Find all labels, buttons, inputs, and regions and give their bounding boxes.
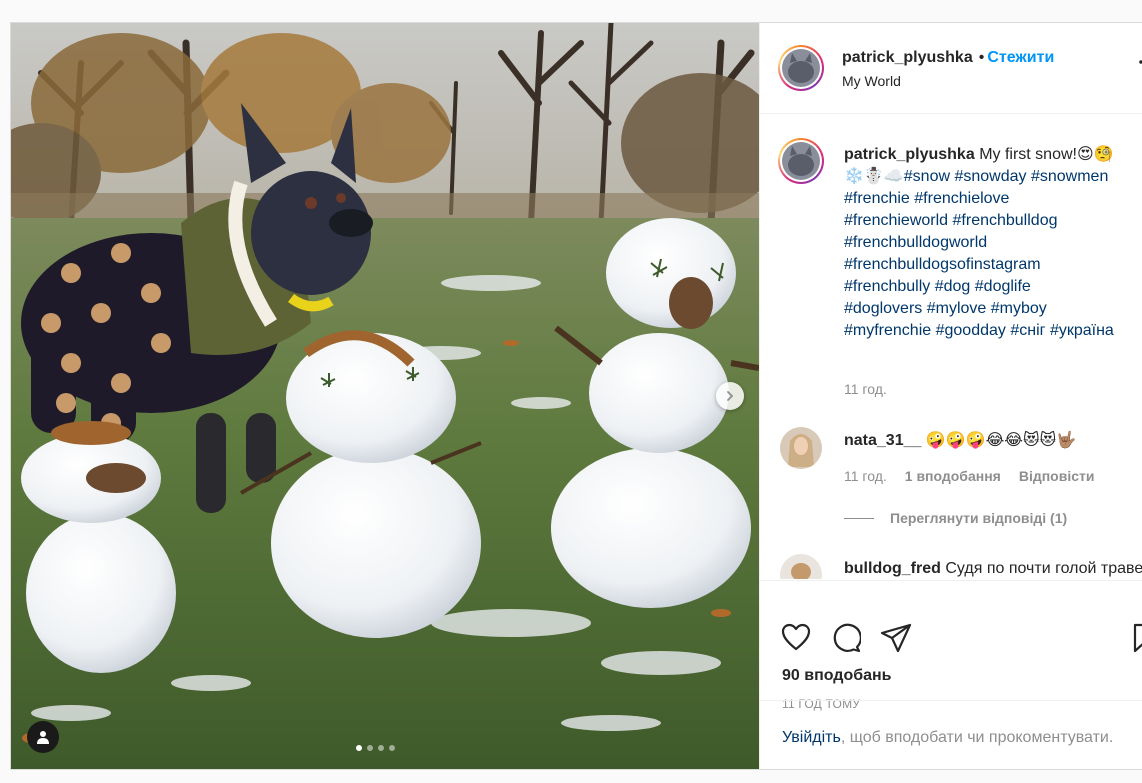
comment-text: 🤪🤪🤪😂😂😻😻🤟🏽 [925, 432, 1077, 449]
avatar-image [782, 142, 820, 180]
comment-username-link[interactable]: nata_31__ [844, 432, 921, 449]
hashtag-link[interactable]: #сніг [1010, 322, 1045, 339]
post-photo[interactable] [11, 23, 759, 769]
carousel-dot [378, 745, 384, 751]
carousel-dot [389, 745, 395, 751]
comments-list[interactable]: patrick_plyushka My first snow!😍🧐 ❄️☃️☁️… [760, 114, 1142, 579]
author-username-link[interactable]: patrick_plyushka [842, 49, 973, 66]
header-author-line: patrick_plyushka • Стежити [842, 49, 1054, 67]
photo-illustration [11, 23, 759, 769]
login-prompt: Увійдіть, щоб вподобати чи прокоментуват… [760, 700, 1142, 771]
author-avatar[interactable] [778, 45, 824, 91]
post-actions: 90 вподобань 11 ГОД ТОМУ [760, 580, 1142, 711]
carousel-dot-active [356, 745, 362, 751]
share-icon[interactable] [880, 623, 912, 653]
hashtag-link[interactable]: #frenchbulldogsofinstagram [844, 256, 1041, 273]
hashtag-link[interactable]: #snowday [954, 168, 1026, 185]
replies-line [844, 517, 874, 519]
location-link[interactable]: My World [842, 73, 901, 89]
hashtag-link[interactable]: #doglife [975, 278, 1031, 295]
hashtag-link[interactable]: #snow [904, 168, 950, 185]
more-icon[interactable] [1138, 59, 1142, 65]
next-photo-button[interactable] [716, 382, 744, 410]
commenter-avatar[interactable] [780, 427, 822, 469]
caption-time[interactable]: 11 год. [844, 381, 887, 397]
hashtag-link[interactable]: #frenchbulldog [953, 212, 1058, 229]
comment-time[interactable]: 11 год. [844, 468, 887, 484]
caption-username-link[interactable]: patrick_plyushka [844, 146, 975, 163]
avatar-image [782, 49, 820, 87]
header-separator: • [978, 49, 985, 66]
hashtag-link[interactable]: #україна [1050, 322, 1114, 339]
user-tag-button[interactable] [27, 721, 59, 753]
caption: patrick_plyushka My first snow!😍🧐 ❄️☃️☁️… [844, 144, 1142, 342]
carousel-dot [367, 745, 373, 751]
hashtag-link[interactable]: #mylove [927, 300, 987, 317]
post-side-panel: patrick_plyushka • Стежити My World patr… [759, 23, 1142, 769]
user-tag-icon [37, 731, 49, 744]
comment-meta: 11 год. 1 вподобання Відповісти [844, 468, 1094, 484]
comment: bulldog_fred Судя по почти голой траве в… [844, 558, 1142, 579]
post-header: patrick_plyushka • Стежити My World [760, 23, 1142, 114]
follow-button[interactable]: Стежити [987, 49, 1054, 66]
carousel-indicator [356, 745, 395, 751]
comment: nata_31__ 🤪🤪🤪😂😂😻😻🤟🏽 [844, 430, 1076, 450]
caption-emojis: ❄️☃️☁️ [844, 168, 904, 185]
hashtag-link[interactable]: #frenchie [844, 190, 910, 207]
reply-button[interactable]: Відповісти [1019, 468, 1095, 484]
hashtag-link[interactable]: #snowmen [1031, 168, 1108, 185]
caption-author-avatar[interactable] [778, 138, 824, 184]
view-replies-button[interactable]: Переглянути відповіді (1) [844, 510, 1067, 526]
hashtag-link[interactable]: #dog [935, 278, 971, 295]
comment-icon[interactable] [831, 623, 861, 653]
comment-likes-link[interactable]: 1 вподобання [905, 468, 1001, 484]
hashtag-link[interactable]: #goodday [936, 322, 1006, 339]
likes-count[interactable]: 90 вподобань [782, 667, 892, 685]
hashtag-link[interactable]: #frenchbully [844, 278, 930, 295]
heart-icon[interactable] [781, 623, 811, 651]
caption-text: My first snow!😍🧐 [979, 146, 1114, 163]
hashtag-link[interactable]: #frenchbulldogworld [844, 234, 987, 251]
commenter-avatar[interactable] [780, 554, 822, 579]
login-rest: , щоб вподобати чи прокоментувати. [840, 729, 1114, 746]
bookmark-icon[interactable] [1132, 623, 1142, 653]
login-link[interactable]: Увійдіть [782, 729, 841, 746]
view-replies-label: Переглянути відповіді (1) [890, 510, 1068, 526]
chevron-right-icon [727, 391, 734, 401]
hashtag-link[interactable]: #frenchieworld [844, 212, 948, 229]
hashtag-link[interactable]: #myboy [991, 300, 1047, 317]
comment-username-link[interactable]: bulldog_fred [844, 560, 941, 577]
hashtag-link[interactable]: #myfrenchie [844, 322, 931, 339]
hashtag-link[interactable]: #frenchielove [914, 190, 1009, 207]
hashtag-link[interactable]: #doglovers [844, 300, 922, 317]
post-card: patrick_plyushka • Стежити My World patr… [10, 22, 1142, 770]
login-text: Увійдіть, щоб вподобати чи прокоментуват… [782, 729, 1113, 747]
